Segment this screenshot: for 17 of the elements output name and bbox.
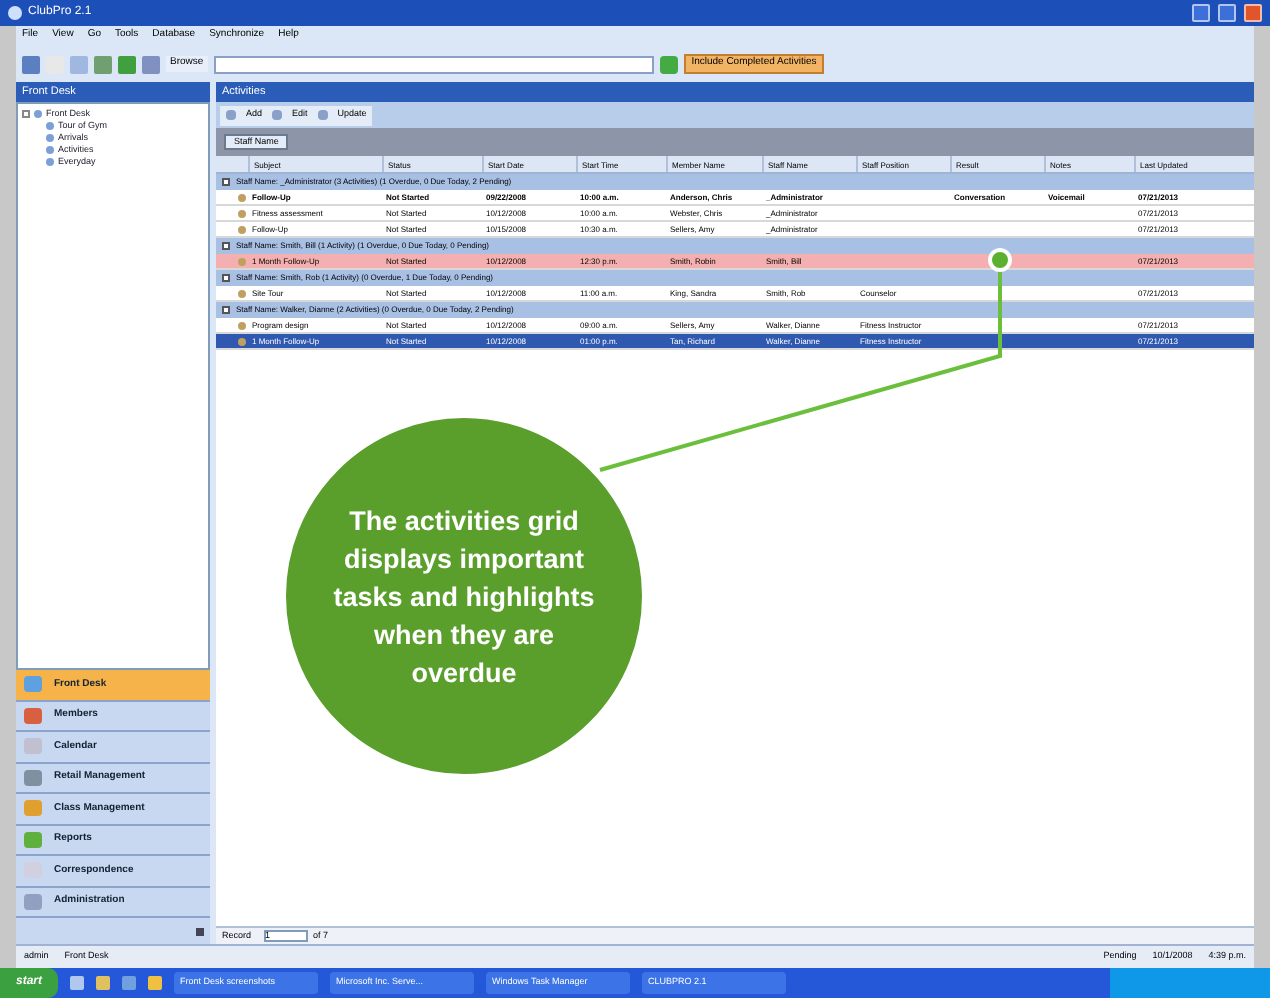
action-icon xyxy=(226,110,236,120)
maximize-button[interactable] xyxy=(1218,4,1236,22)
action-icon xyxy=(272,110,283,120)
close-button[interactable] xyxy=(1244,4,1262,22)
action-icon xyxy=(317,110,328,120)
collapse-icon[interactable] xyxy=(222,178,230,186)
minimize-button[interactable] xyxy=(1192,4,1210,22)
search-field[interactable] xyxy=(213,55,654,73)
activity-icon xyxy=(238,257,246,265)
collapse-icon[interactable] xyxy=(222,274,230,282)
app-icon xyxy=(8,6,22,20)
callout-text: The activities grid displays important tasks and highlights when they are overdue xyxy=(331,503,597,691)
collapse-icon[interactable] xyxy=(222,306,230,314)
go-icon xyxy=(659,55,678,73)
collapse-icon[interactable] xyxy=(22,110,30,118)
activity-icon xyxy=(238,289,246,297)
collapse-icon[interactable] xyxy=(222,242,230,250)
